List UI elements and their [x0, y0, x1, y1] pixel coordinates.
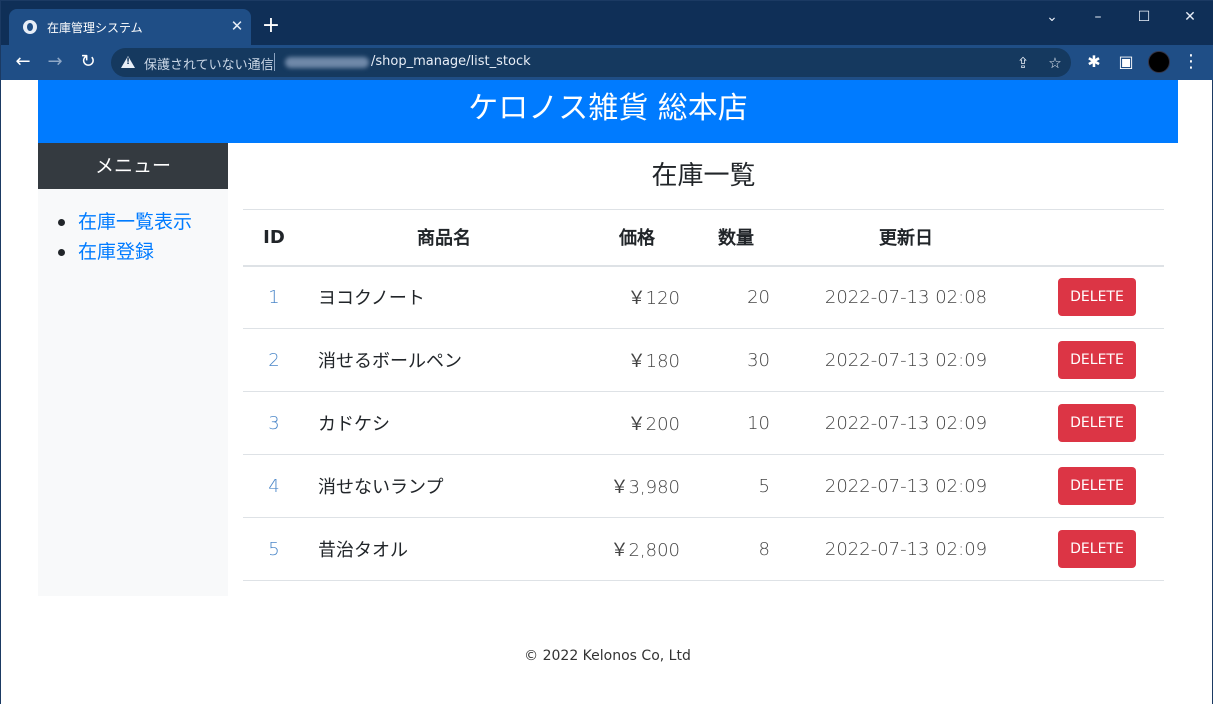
- col-qty-header: 数量: [680, 209, 770, 267]
- table-row: 2 消せるボールペン ￥180 30 2022-07-13 02:09 DELE…: [243, 328, 1164, 392]
- browser-tab[interactable]: 在庫管理システム ✕: [9, 9, 251, 45]
- reload-icon[interactable]: ↻: [76, 50, 100, 74]
- product-name: ヨコクノート: [305, 265, 570, 329]
- product-qty: 10: [680, 391, 770, 455]
- product-price: ￥2,800: [570, 517, 680, 581]
- product-name: カドケシ: [305, 391, 570, 455]
- product-price: ￥200: [570, 391, 680, 455]
- delete-button[interactable]: DELETE: [1058, 404, 1136, 442]
- menu-link-stock-list[interactable]: 在庫一覧表示: [78, 211, 192, 233]
- web-page: ケロノス雑貨 総本店 メニュー 在庫一覧表示 在庫登録 在庫一覧 ID 商品名 …: [1, 80, 1212, 704]
- maximize-icon[interactable]: ☐: [1130, 6, 1158, 28]
- col-name-header: 商品名: [305, 209, 570, 267]
- profile-avatar[interactable]: [1148, 51, 1170, 73]
- product-qty: 30: [680, 328, 770, 392]
- browser-window: 在庫管理システム ✕ + ⌄ – ☐ ✕ ← → ↻ 保護されていない通信 /s…: [0, 0, 1213, 704]
- star-icon[interactable]: ☆: [1045, 53, 1065, 73]
- close-tab-icon[interactable]: ✕: [227, 16, 247, 36]
- product-name: 消せるボールペン: [305, 328, 570, 392]
- product-qty: 20: [680, 265, 770, 329]
- delete-button[interactable]: DELETE: [1058, 467, 1136, 505]
- updated-date: 2022-07-13 02:09: [770, 454, 1030, 518]
- col-action-header: [1030, 209, 1164, 267]
- product-price: ￥120: [570, 265, 680, 329]
- security-status[interactable]: 保護されていない通信: [144, 54, 274, 73]
- updated-date: 2022-07-13 02:09: [770, 391, 1030, 455]
- col-price-header: 価格: [570, 209, 680, 267]
- menu-item: 在庫登録: [58, 237, 228, 267]
- updated-date: 2022-07-13 02:08: [770, 265, 1030, 329]
- extensions-icon[interactable]: ✱: [1082, 50, 1106, 74]
- site-header: ケロノス雑貨 総本店: [38, 80, 1178, 143]
- row-id-link[interactable]: 2: [268, 350, 279, 371]
- footer-copyright: © 2022 Kelonos Co, Ltd: [524, 648, 691, 664]
- updated-date: 2022-07-13 02:09: [770, 517, 1030, 581]
- row-id-link[interactable]: 1: [268, 287, 279, 308]
- product-qty: 8: [680, 517, 770, 581]
- tab-bar: 在庫管理システム ✕ + ⌄ – ☐ ✕: [1, 1, 1213, 45]
- back-icon[interactable]: ←: [11, 50, 35, 74]
- new-tab-icon[interactable]: +: [260, 15, 282, 37]
- stock-table: ID 商品名 価格 数量 更新日 1 ヨコクノート ￥120 20 2022-0…: [243, 209, 1164, 581]
- table-row: 5 昔治タオル ￥2,800 8 2022-07-13 02:09 DELETE: [243, 517, 1164, 581]
- menu-kebab-icon[interactable]: ⋮: [1179, 50, 1203, 74]
- delete-button[interactable]: DELETE: [1058, 341, 1136, 379]
- col-updated-header: 更新日: [770, 209, 1030, 267]
- globe-icon: [23, 20, 37, 34]
- menu-item: 在庫一覧表示: [58, 207, 228, 237]
- address-bar[interactable]: 保護されていない通信 /shop_manage/list_stock ⇪ ☆: [111, 48, 1071, 77]
- divider: [274, 53, 275, 71]
- tab-title: 在庫管理システム: [47, 21, 143, 35]
- col-id-header: ID: [243, 209, 305, 267]
- warning-icon[interactable]: [121, 56, 135, 68]
- forward-icon[interactable]: →: [43, 50, 67, 74]
- share-icon[interactable]: ⇪: [1013, 53, 1033, 73]
- menu-link-stock-register[interactable]: 在庫登録: [78, 241, 154, 263]
- updated-date: 2022-07-13 02:09: [770, 328, 1030, 392]
- table-row: 1 ヨコクノート ￥120 20 2022-07-13 02:08 DELETE: [243, 265, 1164, 329]
- sidebar: メニュー 在庫一覧表示 在庫登録: [38, 143, 228, 596]
- delete-button[interactable]: DELETE: [1058, 530, 1136, 568]
- menu-list: 在庫一覧表示 在庫登録: [38, 189, 228, 267]
- delete-button[interactable]: DELETE: [1058, 278, 1136, 317]
- product-price: ￥3,980: [570, 454, 680, 518]
- row-id-link[interactable]: 3: [268, 413, 279, 434]
- minimize-icon[interactable]: –: [1084, 6, 1112, 28]
- tab-search-icon[interactable]: ⌄: [1038, 6, 1066, 28]
- table-header-row: ID 商品名 価格 数量 更新日: [243, 209, 1164, 267]
- page-title: 在庫一覧: [651, 161, 756, 191]
- row-id-link[interactable]: 5: [268, 539, 279, 560]
- menu-title: メニュー: [38, 143, 228, 189]
- url-text[interactable]: /shop_manage/list_stock: [371, 54, 531, 69]
- table-row: 4 消せないランプ ￥3,980 5 2022-07-13 02:09 DELE…: [243, 454, 1164, 518]
- main-content: 在庫一覧 ID 商品名 価格 数量 更新日 1 ヨコクノート ￥120 20 2…: [243, 143, 1164, 581]
- product-qty: 5: [680, 454, 770, 518]
- row-id-link[interactable]: 4: [268, 476, 279, 497]
- product-price: ￥180: [570, 328, 680, 392]
- side-panel-icon[interactable]: ▣: [1114, 50, 1138, 74]
- product-name: 消せないランプ: [305, 454, 570, 518]
- product-name: 昔治タオル: [305, 517, 570, 581]
- table-row: 3 カドケシ ￥200 10 2022-07-13 02:09 DELETE: [243, 391, 1164, 455]
- blurred-host: [285, 57, 369, 68]
- browser-toolbar: ← → ↻ 保護されていない通信 /shop_manage/list_stock…: [1, 45, 1213, 80]
- close-window-icon[interactable]: ✕: [1176, 6, 1204, 28]
